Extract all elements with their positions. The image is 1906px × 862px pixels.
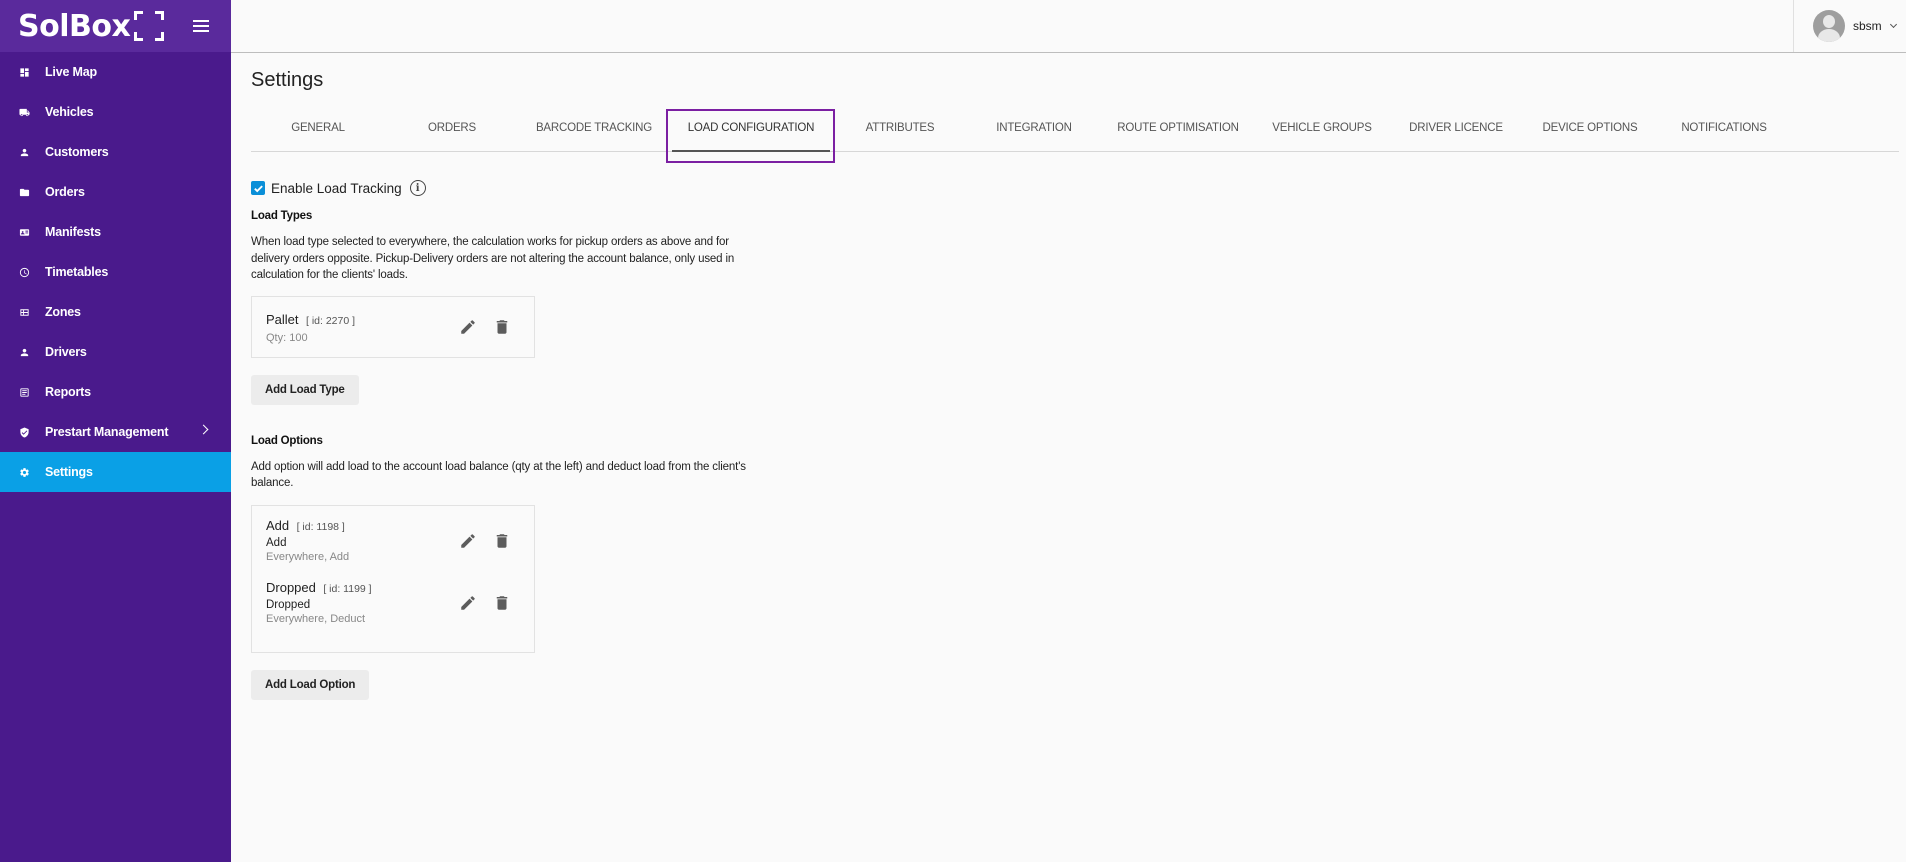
sidebar-item-label: Zones [45,305,81,319]
gear-icon [19,467,30,478]
tab-barcode-tracking[interactable]: BARCODE TRACKING [519,105,669,151]
logo-text: SolBox [18,8,131,44]
tab-general[interactable]: GENERAL [251,105,385,151]
person-icon [19,347,30,358]
sidebar-item-orders[interactable]: Orders [0,172,231,212]
add-load-type-button[interactable]: Add Load Type [251,374,359,405]
clock-icon [19,267,30,278]
load-options-title: Load Options [251,434,323,447]
sidebar-item-drivers[interactable]: Drivers [0,332,231,372]
info-icon[interactable]: i [409,180,426,196]
tab-route-optimisation[interactable]: ROUTE OPTIMISATION [1101,105,1255,151]
tab-orders[interactable]: ORDERS [385,105,519,151]
tab-integration[interactable]: INTEGRATION [967,105,1101,151]
load-types-title: Load Types [251,210,313,222]
load-option-id: [ id: 1199 ] [323,582,372,595]
solbox-logo[interactable]: SolBox [18,8,165,44]
sidebar-item-settings[interactable]: Settings [0,452,231,492]
sidebar-item-label: Timetables [45,265,109,279]
logo-box-icon [134,11,165,41]
row-actions [444,317,512,337]
sidebar-item-timetables[interactable]: Timetables [0,252,231,292]
settings-tabs: GENERAL ORDERS BARCODE TRACKING LOAD CON… [251,105,1899,152]
tab-attributes[interactable]: ATTRIBUTES [833,105,967,151]
dashboard-icon [19,67,30,78]
report-icon [19,387,30,398]
row-actions [444,593,512,613]
sidebar-item-vehicles[interactable]: Vehicles [0,92,231,132]
sidebar-item-customers[interactable]: Customers [0,132,231,172]
enable-load-tracking-checkbox[interactable] [251,181,265,195]
main-content: Settings GENERAL ORDERS BARCODE TRACKING… [251,53,1899,700]
tab-device-options[interactable]: DEVICE OPTIONS [1523,105,1657,151]
sidebar-item-prestart-management[interactable]: Prestart Management [0,412,231,452]
load-type-id: [ id: 2270 ] [305,314,356,327]
chevron-right-icon [198,424,209,435]
username: sbsm [1853,19,1882,33]
folder-icon [19,187,30,198]
row-actions [444,531,512,551]
person-icon [19,147,30,158]
truck-icon [19,107,30,118]
load-option-name: Add [266,517,290,533]
enable-load-tracking-label: Enable Load Tracking [271,180,402,196]
delete-icon[interactable] [492,531,512,551]
load-options-card: Add [ id: 1198 ] Add Everywhere, Add Dro… [251,504,535,653]
sidebar-item-label: Live Map [45,65,97,79]
sidebar-item-reports[interactable]: Reports [0,372,231,412]
list-item: Pallet [ id: 2270 ] Qty: 100 [252,297,534,344]
edit-icon[interactable] [458,593,478,613]
tab-vehicle-groups[interactable]: VEHICLE GROUPS [1255,105,1389,151]
tab-notifications[interactable]: NOTIFICATIONS [1657,105,1791,151]
list-item: Add [ id: 1198 ] Add Everywhere, Add [252,506,534,579]
user-menu[interactable]: sbsm [1793,0,1906,52]
sidebar: SolBox Live Map Vehicles Customers Order… [0,0,231,862]
load-configuration-panel: Enable Load Tracking i Load Types When l… [251,178,771,700]
load-option-id: [ id: 1198 ] [296,520,345,533]
sidebar-item-label: Settings [45,465,93,479]
sidebar-item-label: Prestart Management [45,425,169,439]
load-option-name: Dropped [266,579,316,595]
load-type-name: Pallet [266,311,299,327]
sidebar-item-label: Reports [45,385,91,399]
tab-driver-licence[interactable]: DRIVER LICENCE [1389,105,1523,151]
id-card-icon [19,227,30,238]
menu-toggle-icon[interactable] [193,20,209,32]
delete-icon[interactable] [492,317,512,337]
chevron-down-icon [1889,20,1897,28]
sidebar-nav: Live Map Vehicles Customers Orders Manif… [0,52,231,492]
shield-icon [19,426,30,438]
avatar [1813,10,1845,42]
load-option-scope: Everywhere, Deduct [266,612,366,625]
sidebar-item-zones[interactable]: Zones [0,292,231,332]
sidebar-item-label: Customers [45,145,109,159]
load-types-card: Pallet [ id: 2270 ] Qty: 100 [251,295,535,358]
delete-icon[interactable] [492,593,512,613]
list-item: Dropped [ id: 1199 ] Dropped Everywhere,… [252,579,534,625]
page-title: Settings [251,69,324,91]
edit-icon[interactable] [458,317,478,337]
add-load-option-button[interactable]: Add Load Option [251,669,370,700]
edit-icon[interactable] [458,531,478,551]
sidebar-item-label: Manifests [45,225,101,239]
sidebar-item-label: Vehicles [45,105,94,119]
load-option-scope: Everywhere, Add [266,550,350,563]
brand-bar: SolBox [0,0,231,52]
sidebar-item-live-map[interactable]: Live Map [0,52,231,92]
sidebar-item-label: Orders [45,185,85,199]
load-options-description: Add option will add load to the account … [251,460,746,490]
sidebar-item-label: Drivers [45,345,87,359]
enable-load-tracking-row: Enable Load Tracking i [251,178,771,198]
tab-load-configuration[interactable]: LOAD CONFIGURATION [669,105,833,152]
sidebar-item-manifests[interactable]: Manifests [0,212,231,252]
grid-icon [19,307,30,318]
load-types-description: When load type selected to everywhere, t… [251,236,735,281]
top-bar: sbsm [231,0,1906,53]
